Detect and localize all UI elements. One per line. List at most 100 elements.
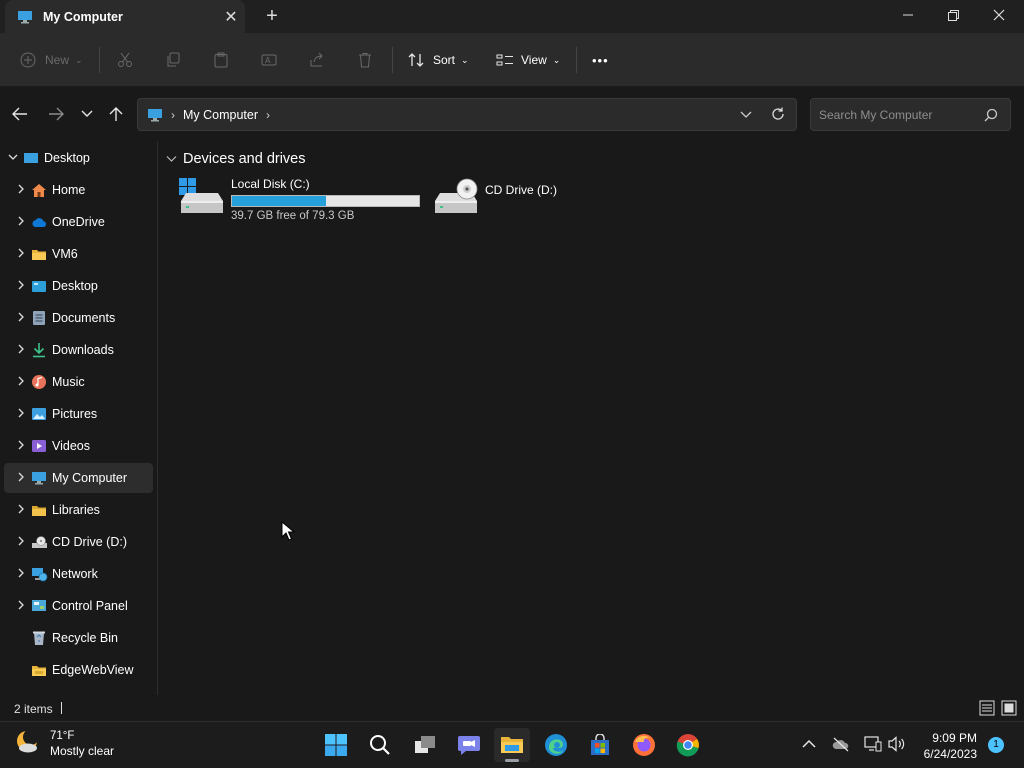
chevron-right-icon[interactable]: [12, 504, 30, 517]
chevron-up-icon[interactable]: [802, 739, 816, 749]
sidebar-item-videos[interactable]: Videos: [4, 431, 153, 461]
file-explorer-icon: [501, 737, 523, 753]
refresh-icon[interactable]: [770, 106, 786, 122]
edge-taskbar-button[interactable]: [538, 728, 574, 762]
minimize-icon: [903, 14, 913, 16]
sidebar-item-my-computer[interactable]: My Computer: [4, 463, 153, 493]
network-status-icon[interactable]: [864, 736, 882, 752]
chevron-right-icon[interactable]: [12, 536, 30, 549]
rename-icon: A: [261, 54, 277, 66]
taskbar-search-button[interactable]: [362, 728, 398, 762]
close-button[interactable]: [976, 0, 1022, 30]
chat-button[interactable]: [451, 728, 487, 762]
sidebar-item-onedrive[interactable]: OneDrive: [4, 207, 153, 237]
chevron-right-icon[interactable]: [12, 344, 30, 357]
chevron-right-icon[interactable]: [12, 216, 30, 229]
chevron-right-icon[interactable]: [12, 440, 30, 453]
large-icons-view-icon[interactable]: [1001, 700, 1017, 716]
sidebar-item-desktop[interactable]: Desktop: [4, 271, 153, 301]
chevron-right-icon[interactable]: [12, 184, 30, 197]
search-icon[interactable]: [984, 108, 998, 122]
folder-icon: [30, 662, 48, 678]
chevron-right-icon[interactable]: [12, 568, 30, 581]
sort-button[interactable]: Sort ⌄: [408, 45, 469, 75]
start-button[interactable]: [318, 728, 354, 762]
minimize-button[interactable]: [885, 0, 931, 30]
chevron-down-icon[interactable]: [4, 153, 22, 164]
breadcrumb-separator[interactable]: ›: [266, 108, 270, 122]
up-button[interactable]: [104, 102, 128, 126]
sidebar-item-recycle-bin[interactable]: Recycle Bin: [4, 623, 153, 653]
cd-drive-icon: [435, 178, 478, 213]
sidebar-item-label: Desktop: [52, 279, 98, 293]
file-explorer-taskbar-button[interactable]: [494, 728, 530, 762]
notification-badge[interactable]: 1: [988, 737, 1004, 753]
group-title: Devices and drives: [183, 151, 306, 167]
sidebar-item-cd-drive[interactable]: CD Drive (D:): [4, 527, 153, 557]
group-devices-and-drives[interactable]: Devices and drives: [166, 151, 306, 167]
chevron-down-icon[interactable]: [166, 155, 177, 163]
onedrive-offline-icon[interactable]: [832, 736, 850, 752]
paste-button[interactable]: [213, 45, 229, 75]
rename-button[interactable]: A: [261, 45, 277, 75]
chevron-right-icon[interactable]: [12, 376, 30, 389]
task-view-button[interactable]: [407, 728, 443, 762]
address-bar[interactable]: › My Computer ›: [137, 98, 797, 131]
chevron-right-icon[interactable]: [12, 600, 30, 613]
new-button[interactable]: New ⌄: [20, 45, 83, 75]
computer-icon: [30, 470, 48, 486]
weather-widget[interactable]: 71°F Mostly clear: [14, 729, 114, 759]
details-view-icon[interactable]: [979, 700, 995, 716]
sidebar-item-label: Desktop: [44, 151, 90, 165]
tab-my-computer[interactable]: My Computer ✕: [5, 0, 245, 33]
cut-button[interactable]: [117, 45, 133, 75]
back-button[interactable]: [8, 102, 32, 126]
sidebar-item-label: Control Panel: [52, 599, 128, 613]
chevron-right-icon[interactable]: [12, 472, 30, 485]
search-input[interactable]: [819, 107, 979, 122]
chrome-taskbar-button[interactable]: [670, 728, 706, 762]
forward-button[interactable]: [44, 102, 68, 126]
chevron-right-icon[interactable]: [12, 280, 30, 293]
drive-cd-d[interactable]: CD Drive (D:): [432, 177, 557, 227]
sidebar-item-pictures[interactable]: Pictures: [4, 399, 153, 429]
sidebar-item-libraries[interactable]: Libraries: [4, 495, 153, 525]
chat-icon: [458, 736, 480, 755]
sidebar-item-downloads[interactable]: Downloads: [4, 335, 153, 365]
drive-name: CD Drive (D:): [485, 183, 557, 197]
chevron-down-icon[interactable]: [740, 107, 752, 121]
search-box[interactable]: [810, 98, 1011, 131]
new-tab-button[interactable]: +: [258, 3, 286, 29]
chevron-right-icon[interactable]: [12, 408, 30, 421]
firefox-taskbar-button[interactable]: [626, 728, 662, 762]
sidebar-item-vm6[interactable]: VM6: [4, 239, 153, 269]
sidebar-item-network[interactable]: Network: [4, 559, 153, 589]
sidebar-item-edgewebview[interactable]: EdgeWebView: [4, 655, 153, 685]
view-button[interactable]: View ⌄: [496, 45, 560, 75]
delete-button[interactable]: [357, 45, 373, 75]
sidebar-item-documents[interactable]: Documents: [4, 303, 153, 333]
copy-button[interactable]: [165, 45, 181, 75]
chevron-right-icon[interactable]: [12, 248, 30, 261]
drive-local-disk-c[interactable]: Local Disk (C:) 39.7 GB free of 79.3 GB: [178, 177, 420, 227]
svg-text:A: A: [265, 56, 271, 65]
home-icon: [30, 182, 48, 198]
more-options-button[interactable]: •••: [592, 45, 609, 75]
share-button[interactable]: [309, 45, 325, 75]
sidebar-item-control-panel[interactable]: Control Panel: [4, 591, 153, 621]
store-taskbar-button[interactable]: [582, 728, 618, 762]
volume-icon[interactable]: [888, 736, 906, 752]
chevron-down-icon: [81, 110, 93, 117]
chevron-right-icon[interactable]: [12, 312, 30, 325]
sidebar-item-home[interactable]: Home: [4, 175, 153, 205]
tab-close-button[interactable]: ✕: [217, 7, 245, 27]
restore-button[interactable]: [930, 0, 976, 30]
sidebar-item-music[interactable]: Music: [4, 367, 153, 397]
breadcrumb-separator[interactable]: ›: [171, 108, 175, 122]
view-label: View: [521, 53, 547, 67]
sidebar-item-desktop-root[interactable]: Desktop: [4, 143, 153, 173]
recent-locations-button[interactable]: [75, 102, 99, 126]
breadcrumb-my-computer[interactable]: My Computer: [183, 108, 258, 122]
trash-icon: [359, 53, 371, 68]
system-clock[interactable]: 9:09 PM 6/24/2023: [915, 730, 977, 762]
